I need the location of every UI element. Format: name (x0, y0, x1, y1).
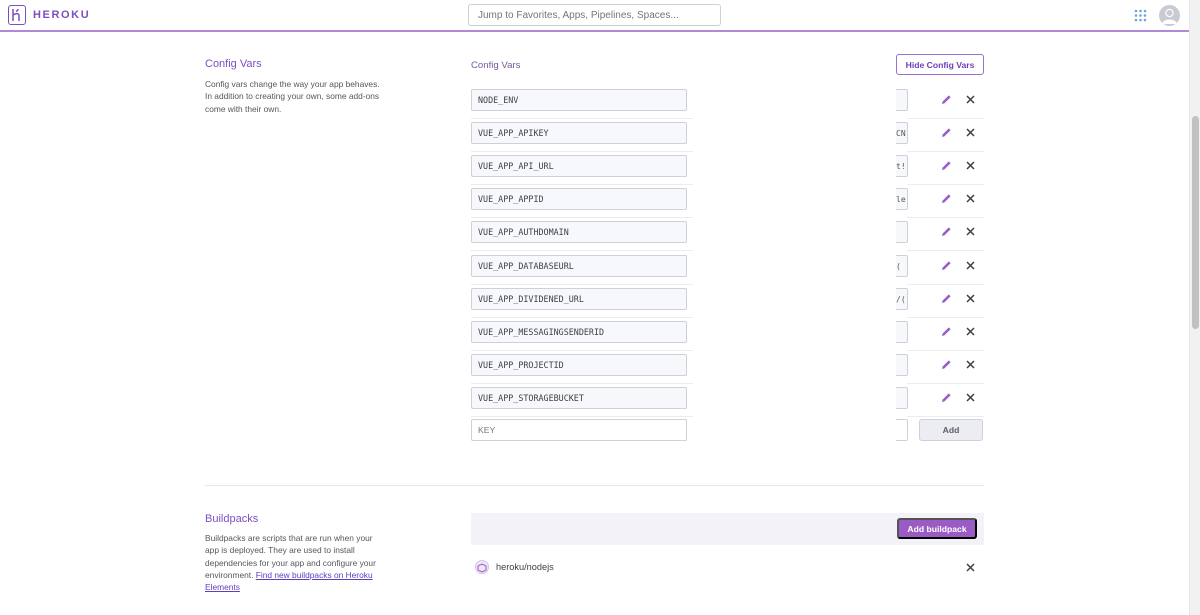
config-var-row: VUE_APP_PROJECTID (471, 353, 984, 386)
config-var-row: VUE_APP_DATABASEURL ( (471, 254, 984, 287)
config-var-key-input[interactable]: VUE_APP_API_URL (471, 155, 687, 177)
config-var-row: VUE_APP_AUTHDOMAIN (471, 220, 984, 253)
buildpack-item: heroku/nodejs (471, 558, 984, 578)
avatar-icon[interactable] (1159, 5, 1180, 26)
heroku-logo-icon (8, 5, 26, 25)
config-var-key-input[interactable]: VUE_APP_STORAGEBUCKET (471, 387, 687, 409)
config-var-value-input[interactable] (896, 321, 908, 343)
new-config-key-input[interactable] (471, 419, 687, 441)
config-var-value-input[interactable]: ( (896, 255, 908, 277)
delete-x-icon[interactable] (966, 360, 975, 369)
edit-pencil-icon[interactable] (941, 127, 952, 138)
config-var-key-input[interactable]: VUE_APP_PROJECTID (471, 354, 687, 376)
buildpack-icon (475, 560, 489, 574)
delete-x-icon[interactable] (966, 261, 975, 270)
config-var-key-input[interactable]: VUE_APP_APPID (471, 188, 687, 210)
row-separator (907, 383, 984, 384)
new-config-value-input[interactable] (896, 419, 908, 441)
edit-pencil-icon[interactable] (941, 160, 952, 171)
heroku-logo[interactable]: HEROKU (8, 5, 90, 25)
row-separator (471, 250, 693, 251)
config-var-key-input[interactable]: VUE_APP_DIVIDENED_URL (471, 288, 687, 310)
apps-grid-icon[interactable] (1134, 9, 1147, 22)
edit-pencil-icon[interactable] (941, 392, 952, 403)
hide-config-vars-button[interactable]: Hide Config Vars (896, 54, 984, 75)
row-separator (907, 350, 984, 351)
config-var-value-input[interactable]: t! (896, 155, 908, 177)
top-header: HEROKU (0, 0, 1189, 32)
edit-pencil-icon[interactable] (941, 226, 952, 237)
config-var-value-input[interactable]: le (896, 188, 908, 210)
row-separator (907, 118, 984, 119)
config-var-key-input[interactable]: VUE_APP_DATABASEURL (471, 255, 687, 277)
config-var-key-input[interactable]: VUE_APP_MESSAGINGSENDERID (471, 321, 687, 343)
config-var-value-input[interactable]: CN (896, 122, 908, 144)
section-divider (205, 485, 984, 486)
buildpack-name: heroku/nodejs (496, 562, 554, 572)
config-var-key-input[interactable]: VUE_APP_APIKEY (471, 122, 687, 144)
row-separator (471, 217, 693, 218)
config-var-key-input[interactable]: NODE_ENV (471, 89, 687, 111)
row-separator (471, 416, 693, 417)
config-var-row: VUE_APP_MESSAGINGSENDERID (471, 320, 984, 353)
row-separator (471, 184, 693, 185)
row-separator (907, 184, 984, 185)
config-var-row: VUE_APP_API_URL t! (471, 154, 984, 187)
config-vars-table-label: Config Vars (471, 60, 521, 71)
buildpacks-title: Buildpacks (205, 513, 259, 525)
config-var-row: VUE_APP_APPID le (471, 187, 984, 220)
edit-pencil-icon[interactable] (941, 193, 952, 204)
add-buildpack-button[interactable]: Add buildpack (897, 518, 977, 539)
delete-x-icon[interactable] (966, 194, 975, 203)
scrollbar-thumb[interactable] (1192, 116, 1199, 329)
config-var-row: NODE_ENV (471, 88, 984, 121)
search-input[interactable] (468, 4, 721, 26)
delete-x-icon[interactable] (966, 227, 975, 236)
heroku-logo-text: HEROKU (33, 9, 91, 21)
buildpacks-description: Buildpacks are scripts that are run when… (205, 532, 385, 593)
row-separator (907, 416, 984, 417)
row-separator (471, 151, 693, 152)
config-var-row: VUE_APP_STORAGEBUCKET (471, 386, 984, 419)
config-var-row: VUE_APP_APIKEY CN (471, 121, 984, 154)
row-separator (907, 250, 984, 251)
delete-x-icon[interactable] (966, 393, 975, 402)
config-var-value-input[interactable] (896, 89, 908, 111)
config-var-key-input[interactable]: VUE_APP_AUTHDOMAIN (471, 221, 687, 243)
edit-pencil-icon[interactable] (941, 260, 952, 271)
edit-pencil-icon[interactable] (941, 359, 952, 370)
config-var-value-input[interactable] (896, 354, 908, 376)
delete-x-icon[interactable] (966, 327, 975, 336)
add-config-var-button[interactable]: Add (919, 419, 983, 441)
config-vars-description: Config vars change the way your app beha… (205, 79, 380, 114)
edit-pencil-icon[interactable] (941, 293, 952, 304)
row-separator (471, 383, 693, 384)
edit-pencil-icon[interactable] (941, 326, 952, 337)
buildpacks-toolbar: Add buildpack (471, 513, 984, 545)
config-var-row: VUE_APP_DIVIDENED_URL /( (471, 287, 984, 320)
row-separator (471, 284, 693, 285)
row-separator (907, 217, 984, 218)
row-separator (471, 317, 693, 318)
delete-x-icon[interactable] (966, 128, 975, 137)
delete-x-icon[interactable] (966, 294, 975, 303)
page-scrollbar[interactable] (1189, 0, 1200, 615)
row-separator (907, 317, 984, 318)
config-var-value-input[interactable] (896, 221, 908, 243)
config-var-value-input[interactable]: /( (896, 288, 908, 310)
remove-buildpack-icon[interactable] (966, 563, 975, 572)
row-separator (907, 284, 984, 285)
delete-x-icon[interactable] (966, 161, 975, 170)
delete-x-icon[interactable] (966, 95, 975, 104)
config-vars-title: Config Vars (205, 58, 262, 70)
config-var-value-input[interactable] (896, 387, 908, 409)
row-separator (471, 350, 693, 351)
row-separator (907, 151, 984, 152)
edit-pencil-icon[interactable] (941, 94, 952, 105)
row-separator (471, 118, 693, 119)
